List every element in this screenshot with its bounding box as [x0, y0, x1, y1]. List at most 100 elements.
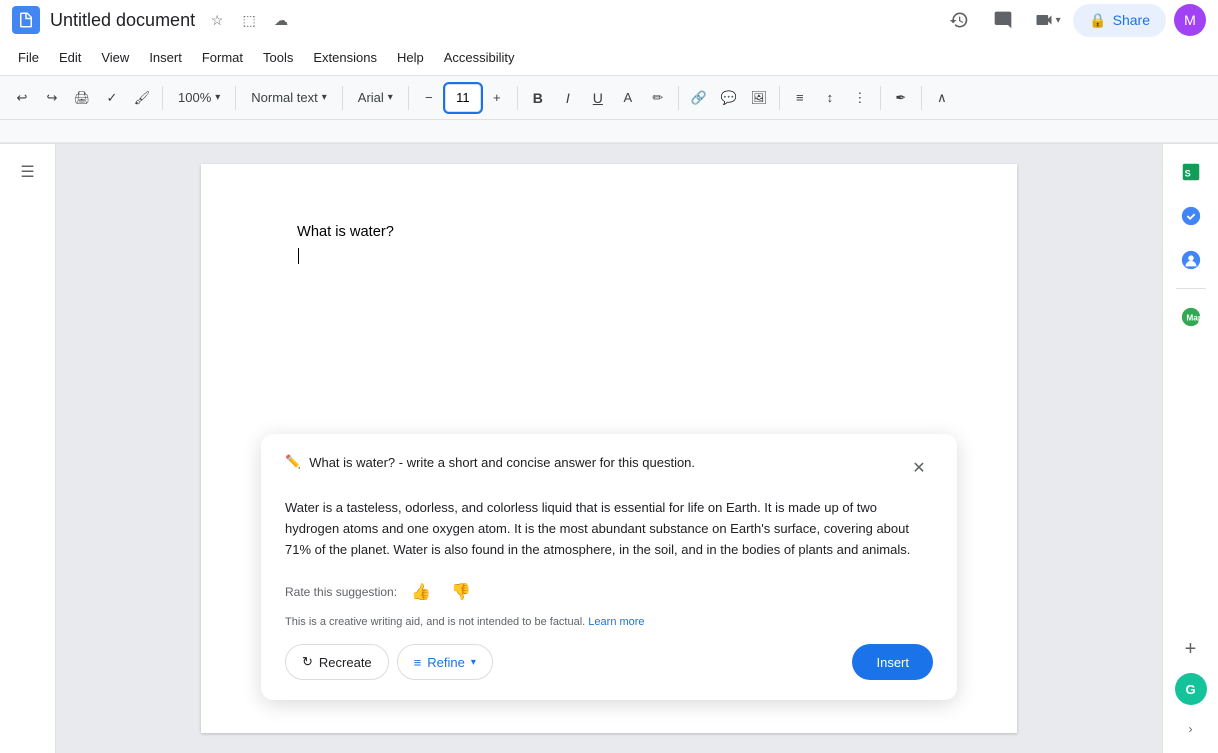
main-area: ☰ What is water? ✏️ What is water? - wri… — [0, 144, 1218, 753]
tasks-icon[interactable] — [1171, 196, 1211, 236]
disclaimer-text: This is a creative writing aid, and is n… — [285, 616, 933, 628]
menu-help[interactable]: Help — [387, 46, 434, 69]
document-heading: What is water? — [297, 224, 921, 240]
toolbar-separator-7 — [779, 86, 780, 110]
font-dropdown[interactable]: Arial ▾ — [349, 82, 402, 114]
ai-title: ✏️ What is water? - write a short and co… — [285, 454, 905, 470]
svg-text:Maps: Maps — [1186, 314, 1202, 323]
rate-label: Rate this suggestion: — [285, 585, 397, 599]
italic-button[interactable]: I — [554, 82, 582, 114]
recreate-button[interactable]: ↻ Recreate — [285, 644, 389, 680]
menu-view[interactable]: View — [91, 46, 139, 69]
ai-suggestion-box: ✏️ What is water? - write a short and co… — [261, 434, 957, 700]
document-page: What is water? ✏️ What is water? - write… — [201, 164, 1017, 733]
insert-button[interactable]: Insert — [852, 644, 933, 680]
folder-button[interactable]: ⬚ — [235, 6, 263, 34]
svg-text:S: S — [1184, 169, 1190, 179]
spellcheck-button[interactable]: ✓ — [98, 82, 126, 114]
text-cursor — [298, 248, 299, 264]
left-sidebar: ☰ — [0, 144, 56, 753]
comment-toolbar-button[interactable]: 💬 — [715, 82, 743, 114]
right-sidebar-separator — [1176, 288, 1206, 289]
refine-chevron-icon: ▾ — [471, 657, 476, 668]
contacts-icon[interactable] — [1171, 240, 1211, 280]
print-button[interactable]: 🖨 — [68, 82, 96, 114]
thumbs-up-button[interactable]: 👍 — [405, 576, 437, 608]
ruler — [0, 120, 1218, 144]
style-dropdown[interactable]: Normal text ▾ — [242, 82, 336, 114]
ai-content-text: Water is a tasteless, odorless, and colo… — [285, 498, 933, 560]
chevron-down-icon-2: ▾ — [322, 92, 327, 103]
increase-font-button[interactable]: + — [483, 82, 511, 114]
highlight-button[interactable]: ✏ — [644, 82, 672, 114]
toolbar-separator-6 — [678, 86, 679, 110]
underline-button[interactable]: U — [584, 82, 612, 114]
decrease-font-button[interactable]: − — [415, 82, 443, 114]
collapse-button[interactable]: ∧ — [928, 82, 956, 114]
ai-rating-row: Rate this suggestion: 👍 👎 — [285, 576, 933, 608]
chevron-down-icon: ▾ — [215, 92, 220, 103]
grammarly-button[interactable]: G — [1175, 673, 1207, 705]
lock-icon: 🔒 — [1089, 12, 1106, 29]
document-cursor-line — [297, 248, 921, 264]
outline-icon[interactable]: ☰ — [8, 152, 48, 192]
history-button[interactable] — [941, 2, 977, 38]
toolbar-separator-9 — [921, 86, 922, 110]
right-sidebar-collapse[interactable]: › — [1177, 713, 1205, 745]
menu-bar: File Edit View Insert Format Tools Exten… — [0, 40, 1218, 76]
thumbs-down-button[interactable]: 👎 — [445, 576, 477, 608]
share-button[interactable]: 🔒 Share — [1073, 4, 1166, 37]
learn-more-link[interactable]: Learn more — [588, 616, 644, 628]
paint-format-button[interactable]: 🖌 — [128, 82, 156, 114]
link-button[interactable]: 🔗 — [685, 82, 713, 114]
chevron-down-icon-3: ▾ — [388, 92, 393, 103]
more-button[interactable]: ⋮ — [846, 82, 874, 114]
toolbar-separator-3 — [342, 86, 343, 110]
toolbar-separator-2 — [235, 86, 236, 110]
menu-insert[interactable]: Insert — [139, 46, 192, 69]
ruler-inner — [0, 120, 1218, 143]
redo-button[interactable]: ↪ — [38, 82, 66, 114]
star-button[interactable]: ☆ — [203, 6, 231, 34]
refine-button[interactable]: ≡ Refine ▾ — [397, 644, 493, 680]
undo-button[interactable]: ↩ — [8, 82, 36, 114]
right-sidebar: S Maps + G › — [1162, 144, 1218, 753]
toolbar: ↩ ↪ 🖨 ✓ 🖌 100% ▾ Normal text ▾ Arial ▾ −… — [0, 76, 1218, 120]
align-button[interactable]: ≡ — [786, 82, 814, 114]
ai-wand-icon: ✏️ — [285, 454, 301, 470]
zoom-dropdown[interactable]: 100% ▾ — [169, 82, 229, 114]
avatar[interactable]: M — [1174, 4, 1206, 36]
toolbar-separator-1 — [162, 86, 163, 110]
ai-actions: ↻ Recreate ≡ Refine ▾ Insert — [285, 644, 933, 680]
bold-button[interactable]: B — [524, 82, 552, 114]
app-icon — [12, 6, 40, 34]
pen-button[interactable]: ✒ — [887, 82, 915, 114]
document-area[interactable]: What is water? ✏️ What is water? - write… — [56, 144, 1162, 753]
maps-icon[interactable]: Maps — [1171, 297, 1211, 337]
linespacing-button[interactable]: ↕ — [816, 82, 844, 114]
toolbar-separator-4 — [408, 86, 409, 110]
top-bar: Untitled document ☆ ⬚ ☁ ▾ 🔒 Share M — [0, 0, 1218, 40]
cloud-button[interactable]: ☁ — [267, 6, 295, 34]
menu-accessibility[interactable]: Accessibility — [434, 46, 525, 69]
document-title[interactable]: Untitled document — [50, 10, 195, 31]
comment-button[interactable] — [985, 2, 1021, 38]
menu-format[interactable]: Format — [192, 46, 253, 69]
text-color-button[interactable]: A — [614, 82, 642, 114]
refine-icon: ≡ — [414, 655, 422, 670]
meet-button[interactable]: ▾ — [1029, 2, 1065, 38]
toolbar-separator-5 — [517, 86, 518, 110]
menu-file[interactable]: File — [8, 46, 49, 69]
image-button[interactable]: 🖼 — [745, 82, 773, 114]
ai-close-button[interactable]: ✕ — [905, 454, 933, 482]
toolbar-separator-8 — [880, 86, 881, 110]
menu-edit[interactable]: Edit — [49, 46, 91, 69]
add-plugin-button[interactable]: + — [1175, 633, 1207, 665]
recreate-icon: ↻ — [302, 654, 313, 670]
font-size-input[interactable]: 11 — [445, 84, 481, 112]
top-right-actions: ▾ 🔒 Share M — [941, 2, 1206, 38]
sheets-icon[interactable]: S — [1171, 152, 1211, 192]
menu-extensions[interactable]: Extensions — [303, 46, 387, 69]
menu-tools[interactable]: Tools — [253, 46, 303, 69]
title-icons: ☆ ⬚ ☁ — [203, 6, 295, 34]
